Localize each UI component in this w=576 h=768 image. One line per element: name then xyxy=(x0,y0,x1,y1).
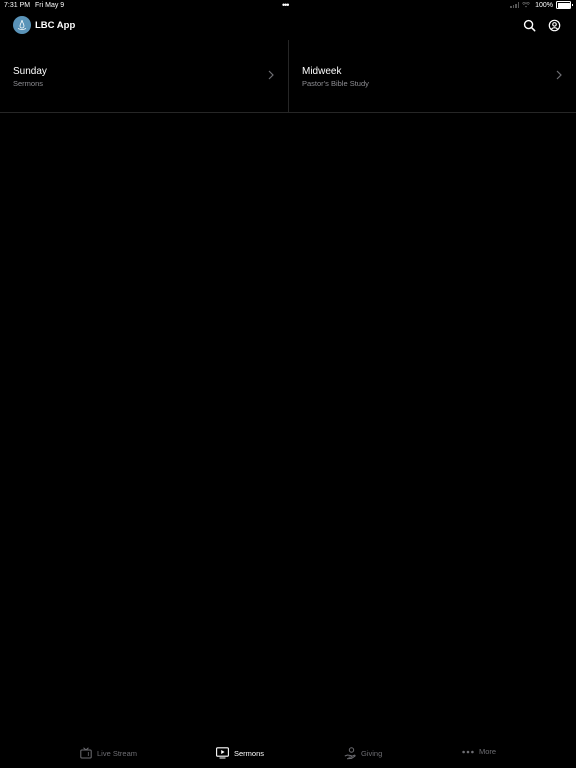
multitasking-dots-icon[interactable]: ••• xyxy=(282,1,290,10)
tab-label: Live Stream xyxy=(97,748,138,758)
battery-percent: 100% xyxy=(535,1,553,9)
tab-live-stream[interactable]: Live Stream xyxy=(80,747,137,759)
tab-bar: Live Stream Sermons Giving More xyxy=(0,740,576,768)
tab-sermons[interactable]: Sermons xyxy=(216,747,264,759)
card-title: Sunday xyxy=(13,66,47,77)
category-card-midweek[interactable]: Midweek Pastor's Bible Study xyxy=(289,40,576,112)
tab-giving[interactable]: Giving xyxy=(344,747,382,760)
status-time: 7:31 PM xyxy=(4,2,31,9)
tab-label: More xyxy=(479,747,497,756)
tab-label: Sermons xyxy=(234,748,265,758)
tab-label: Giving xyxy=(361,749,383,758)
battery-icon xyxy=(556,1,573,9)
chevron-right-icon xyxy=(268,70,274,80)
tv-icon xyxy=(80,747,92,759)
app-logo-icon xyxy=(13,16,31,34)
card-title: Midweek xyxy=(302,66,342,77)
status-indicators: 100% xyxy=(510,1,573,9)
account-icon[interactable] xyxy=(548,19,561,32)
search-icon[interactable] xyxy=(523,19,536,32)
cellular-signal-icon xyxy=(510,2,520,8)
play-screen-icon xyxy=(216,747,229,759)
category-card-sunday[interactable]: Sunday Sermons xyxy=(0,40,288,112)
tab-more[interactable]: More xyxy=(462,747,496,756)
card-subtitle: Pastor's Bible Study xyxy=(302,79,369,88)
wifi-icon xyxy=(522,2,531,8)
card-subtitle: Sermons xyxy=(13,79,44,88)
giving-hand-icon xyxy=(344,747,356,760)
app-header: LBC App xyxy=(0,14,576,38)
status-bar: 7:31 PM Fri May 9 ••• 100% xyxy=(0,0,576,12)
status-date: Fri May 9 xyxy=(35,2,65,9)
battery-level xyxy=(557,2,570,8)
flame-drop-icon xyxy=(17,19,27,30)
ellipsis-icon xyxy=(462,750,474,753)
sermon-categories: Sunday Sermons Midweek Pastor's Bible St… xyxy=(0,40,576,113)
chevron-right-icon xyxy=(556,70,562,80)
app-title: LBC App xyxy=(35,20,76,31)
